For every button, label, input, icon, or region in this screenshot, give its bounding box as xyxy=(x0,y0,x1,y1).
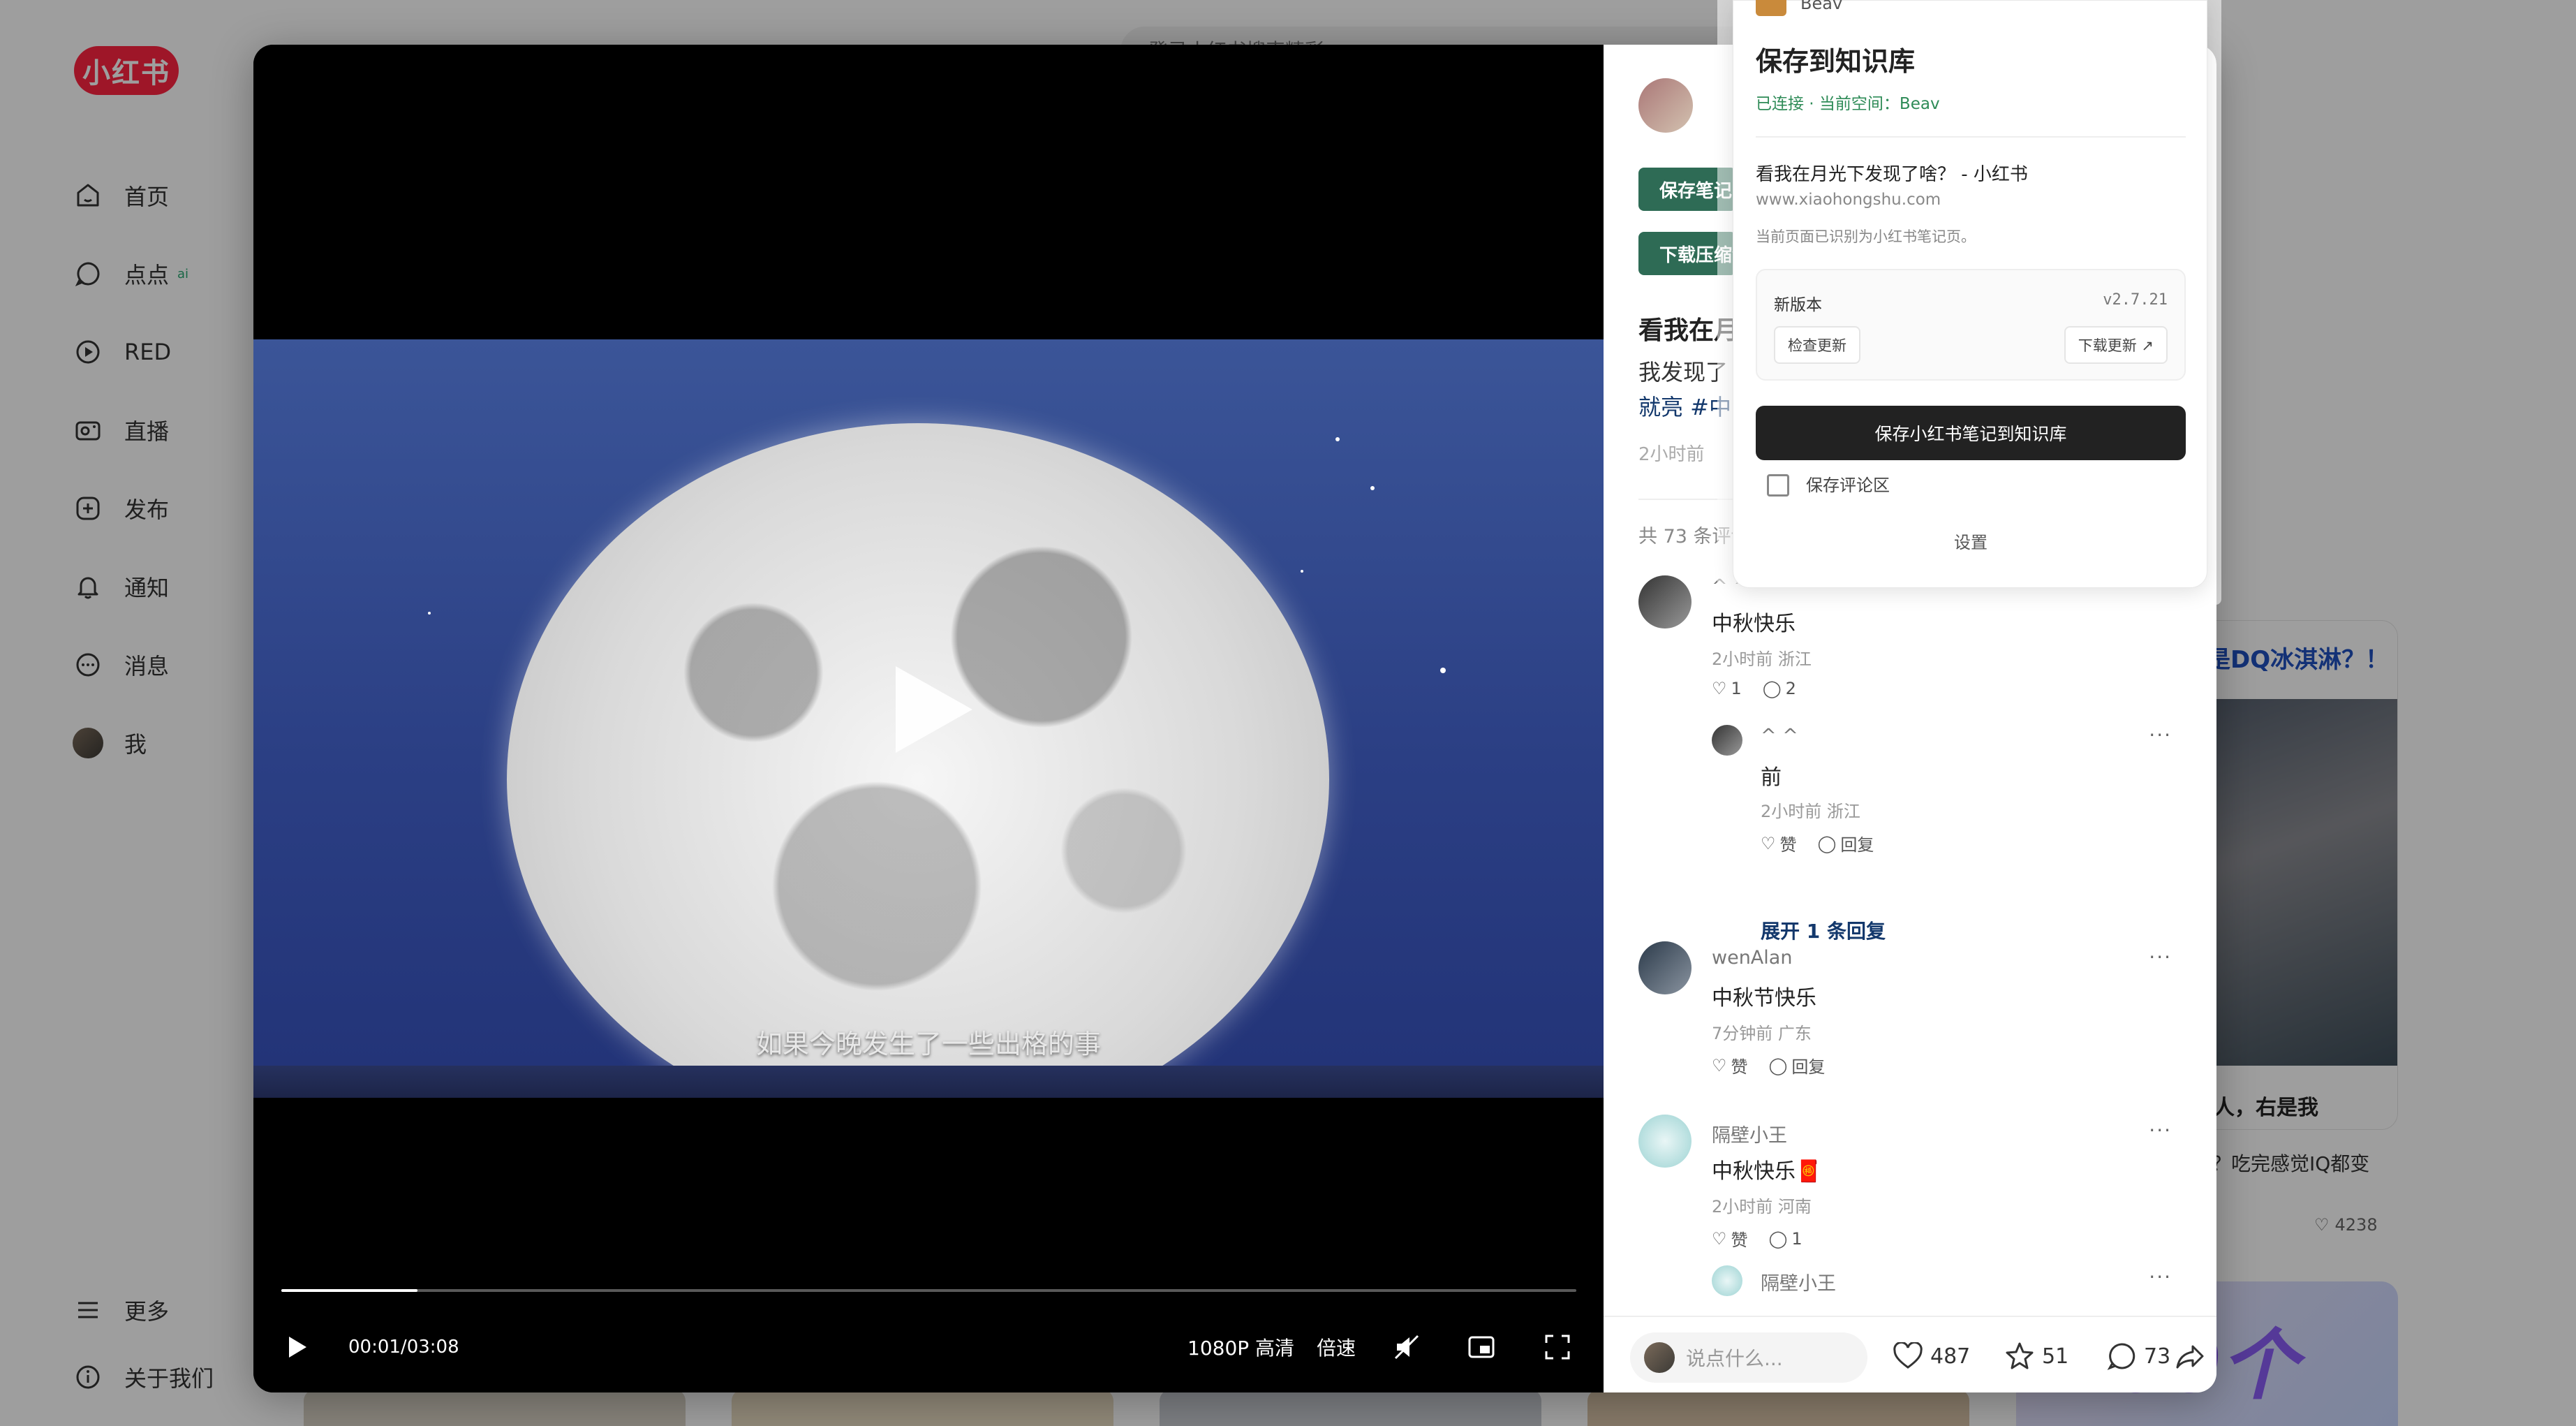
fullscreen-icon xyxy=(1545,1335,1570,1360)
moon-image xyxy=(507,423,1329,1098)
star xyxy=(1335,437,1340,441)
comment-text: 中秋快乐🧧 xyxy=(1712,1159,1822,1184)
note-time: 2小时前 xyxy=(1638,444,1705,465)
video-progress-bar[interactable] xyxy=(281,1289,1576,1292)
play-overlay-icon[interactable] xyxy=(896,666,972,753)
more-options-icon[interactable]: ··· xyxy=(2149,1265,2172,1288)
chat-bubble-icon xyxy=(2107,1343,2135,1370)
expand-replies-link[interactable]: 展开 1 条回复 xyxy=(1761,916,1886,944)
comment-reply-button[interactable]: ◯ 2 xyxy=(1763,679,1796,698)
share-icon xyxy=(2176,1345,2204,1369)
video-time: 00:01/03:08 xyxy=(348,1337,459,1358)
settings-link[interactable]: 设置 xyxy=(1733,529,2208,553)
beaver-logo-icon xyxy=(1756,0,1786,16)
play-button[interactable] xyxy=(287,1323,308,1372)
commenter-name[interactable]: 隔壁小王 xyxy=(1761,1268,1836,1295)
star xyxy=(1301,570,1303,573)
comment-meta: 2小时前 浙江 xyxy=(1712,649,1812,669)
heart-icon: ♡ xyxy=(1761,833,1776,853)
share-button[interactable] xyxy=(2175,1334,2205,1379)
video-player[interactable]: 如果今晚发生了一些出格的事 00:01/03:08 1080P 高清 倍速 xyxy=(253,45,1604,1392)
comment-like-button[interactable]: ♡ 赞 xyxy=(1712,1226,1748,1251)
video-controls: 00:01/03:08 1080P 高清 倍速 xyxy=(253,1323,1604,1372)
comment-reply-button[interactable]: ◯ 回复 xyxy=(1769,1053,1826,1078)
more-options-icon[interactable]: ··· xyxy=(2149,723,2172,747)
chat-bubble-icon: ◯ xyxy=(1762,679,1782,698)
more-options-icon[interactable]: ··· xyxy=(2149,946,2172,969)
commenter-avatar[interactable] xyxy=(1638,575,1692,629)
mute-button[interactable] xyxy=(1393,1323,1421,1372)
download-update-button[interactable]: 下载更新 ↗ xyxy=(2064,326,2168,364)
comment-meta: 7分钟前 广东 xyxy=(1712,1024,1812,1043)
commenter-avatar[interactable] xyxy=(1712,1265,1742,1296)
comment-like-button[interactable]: ♡ 赞 xyxy=(1761,831,1797,855)
comment-bar: 说点什么... 487 51 73 xyxy=(1604,1316,2216,1392)
commenter-name[interactable]: 隔壁小王 xyxy=(1712,1120,1787,1147)
play-icon xyxy=(289,1337,306,1358)
comment-like-button[interactable]: ♡ 赞 xyxy=(1712,1053,1748,1078)
star xyxy=(1370,486,1375,490)
commenter-name[interactable]: wenAlan xyxy=(1712,947,1792,969)
chat-bubble-icon: ◯ xyxy=(1817,833,1837,853)
heart-icon xyxy=(1893,1342,1923,1369)
star-icon xyxy=(2006,1342,2034,1369)
comment-meta: 2小时前 河南 xyxy=(1712,1197,1812,1216)
version-number: v2.7.21 xyxy=(2103,291,2168,309)
popup-title: 保存到知识库 xyxy=(1756,46,1916,77)
comment-text: 中秋节快乐 xyxy=(1712,986,1816,1010)
picture-in-picture-icon xyxy=(1468,1336,1495,1358)
commenter-name[interactable]: ^ ^ xyxy=(1761,725,1798,747)
version-box: 新版本 v2.7.21 检查更新 下载更新 ↗ xyxy=(1756,269,2186,381)
page-url: www.xiaohongshu.com xyxy=(1756,191,1941,209)
page-title: 看我在月光下发现了啥？ - 小红书 xyxy=(1756,164,2028,185)
video-subtitle: 如果今晚发生了一些出格的事 xyxy=(755,1029,1101,1059)
comment-reply-button[interactable]: ◯ 回复 xyxy=(1818,831,1874,855)
commenter-avatar[interactable] xyxy=(1712,725,1742,756)
comment-text: 中秋快乐 xyxy=(1712,612,1796,636)
save-comments-checkbox[interactable] xyxy=(1767,474,1789,497)
comment-reply-button[interactable]: ◯ 1 xyxy=(1769,1226,1803,1251)
heart-icon: ♡ xyxy=(1712,679,1727,698)
popup-brand: Beav xyxy=(1800,0,1843,13)
comment-button[interactable]: 73 xyxy=(2106,1334,2170,1379)
chat-bubble-icon: ◯ xyxy=(1768,1228,1788,1249)
quality-selector[interactable]: 1080P 高清 xyxy=(1187,1323,1294,1372)
fullscreen-button[interactable] xyxy=(1544,1323,1571,1372)
extension-popup: Beav 保存到知识库 已连接 · 当前空间：Beav 看我在月光下发现了啥？ … xyxy=(1733,0,2207,588)
commenter-avatar[interactable] xyxy=(1638,1115,1692,1168)
like-button[interactable]: 487 xyxy=(1893,1334,1970,1379)
note-description: 我发现了 xyxy=(1638,359,1729,385)
author-avatar[interactable] xyxy=(1638,78,1693,133)
speed-selector[interactable]: 倍速 xyxy=(1317,1323,1356,1372)
connection-status: 已连接 · 当前空间：Beav xyxy=(1756,95,1940,113)
save-to-knowledge-base-button[interactable]: 保存小红书笔记到知识库 xyxy=(1756,406,2186,460)
commenter-avatar[interactable] xyxy=(1638,941,1692,994)
comment-input[interactable]: 说点什么... xyxy=(1630,1332,1867,1383)
collect-button[interactable]: 51 xyxy=(2004,1334,2068,1379)
check-update-button[interactable]: 检查更新 xyxy=(1774,326,1860,364)
save-comments-label[interactable]: 保存评论区 xyxy=(1806,474,1890,497)
chat-bubble-icon: ◯ xyxy=(1768,1055,1788,1075)
avatar xyxy=(1644,1342,1675,1373)
star xyxy=(1440,668,1446,673)
star xyxy=(428,612,431,615)
heart-icon: ♡ xyxy=(1712,1055,1727,1075)
comment-meta: 2小时前 浙江 xyxy=(1761,802,1860,821)
horizon xyxy=(253,1066,1604,1098)
more-options-icon[interactable]: ··· xyxy=(2149,1119,2172,1142)
comment-like-button[interactable]: ♡ 1 xyxy=(1712,679,1742,698)
heart-icon: ♡ xyxy=(1712,1228,1727,1249)
comment-text: 前 xyxy=(1761,765,1782,790)
pip-button[interactable] xyxy=(1467,1323,1495,1372)
volume-muted-icon xyxy=(1394,1335,1419,1360)
divider xyxy=(1756,136,2186,138)
video-progress-fill xyxy=(281,1289,417,1292)
detected-message: 当前页面已识别为小红书笔记页。 xyxy=(1756,228,1976,245)
version-label: 新版本 xyxy=(1774,296,1822,314)
